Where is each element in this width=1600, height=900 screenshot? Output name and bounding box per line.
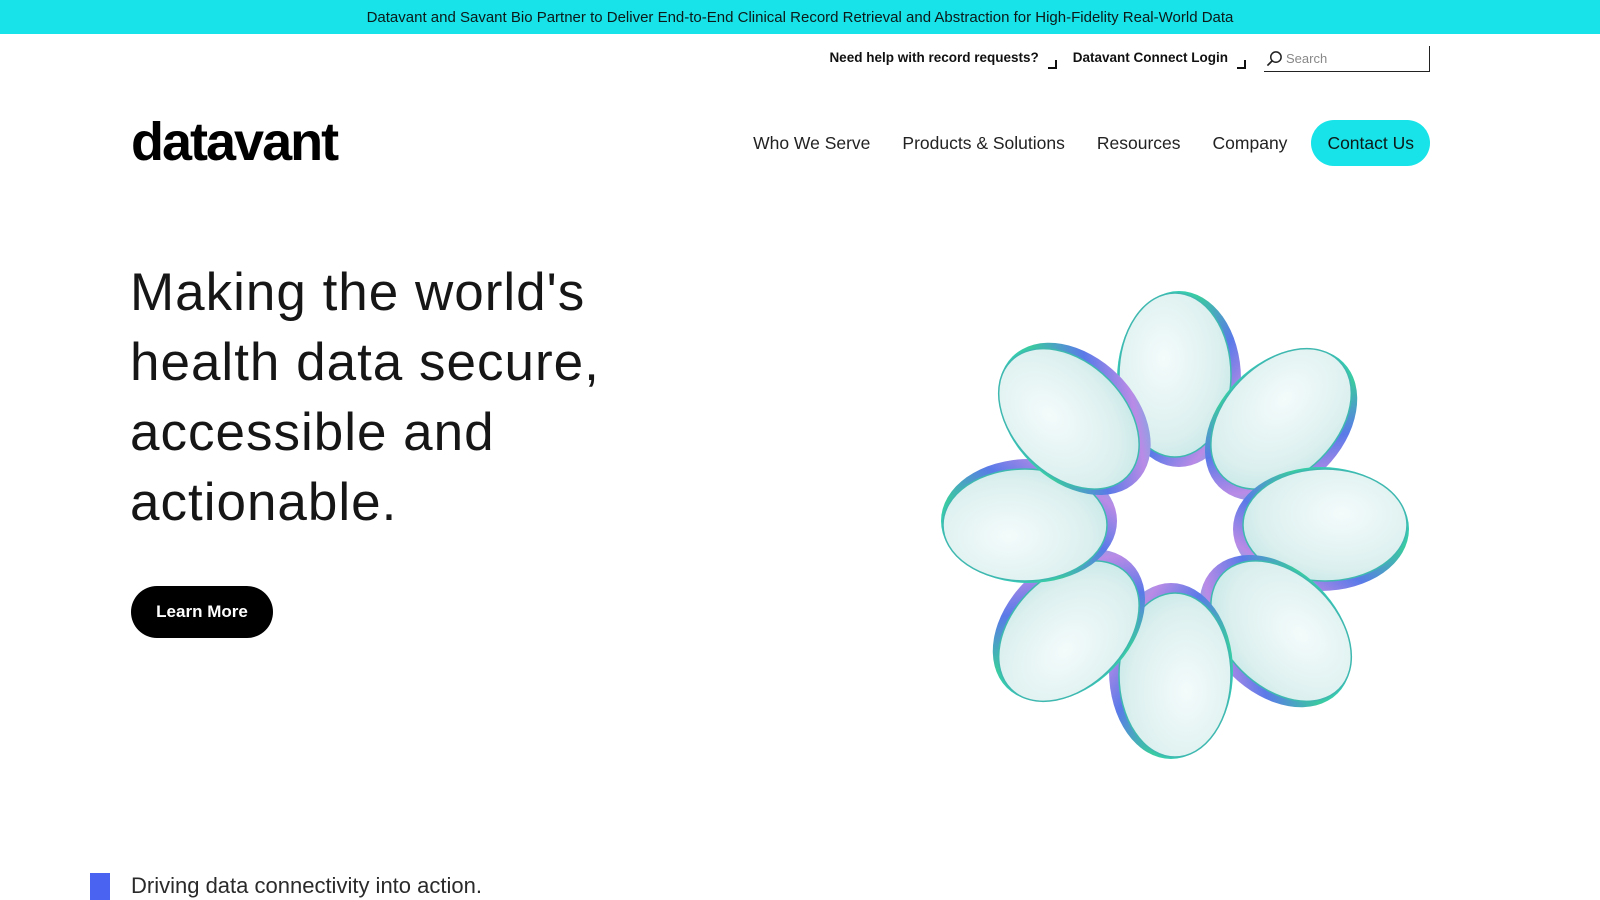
contact-us-button[interactable]: Contact Us	[1311, 120, 1430, 166]
hero-headline-line: health data secure,	[130, 333, 600, 392]
search-input[interactable]	[1286, 51, 1424, 66]
main-nav: Who We Serve Products & Solutions Resour…	[753, 120, 1430, 166]
corner-arrow-icon	[1047, 59, 1057, 69]
nav-resources[interactable]: Resources	[1097, 133, 1181, 154]
announcement-banner[interactable]: Datavant and Savant Bio Partner to Deliv…	[0, 0, 1600, 34]
nav-company[interactable]: Company	[1213, 133, 1288, 154]
hero-glass-ring-illustration	[941, 291, 1409, 759]
announcement-text[interactable]: Datavant and Savant Bio Partner to Deliv…	[367, 9, 1234, 26]
hero-headline: Making the world's health data secure, a…	[130, 258, 690, 538]
record-requests-link[interactable]: Need help with record requests?	[829, 49, 1057, 69]
learn-more-button[interactable]: Learn More	[131, 586, 273, 638]
nav-products-solutions[interactable]: Products & Solutions	[902, 133, 1064, 154]
tagline-accent-bar	[90, 873, 110, 900]
hero-headline-line: actionable.	[130, 473, 398, 532]
svg-text:datavant: datavant	[131, 116, 339, 166]
tagline-text: Driving data connectivity into action.	[131, 873, 482, 898]
search-box[interactable]	[1264, 46, 1430, 72]
datavant-logo[interactable]: datavant	[131, 116, 381, 166]
record-requests-label: Need help with record requests?	[829, 49, 1039, 65]
connect-login-link[interactable]: Datavant Connect Login	[1073, 50, 1246, 69]
connect-login-label: Datavant Connect Login	[1072, 49, 1228, 65]
hero-headline-line: Making the world's	[130, 263, 586, 322]
nav-who-we-serve[interactable]: Who We Serve	[753, 133, 870, 154]
corner-arrow-icon	[1237, 59, 1246, 69]
search-icon	[1266, 51, 1282, 67]
hero-headline-line: accessible and	[130, 403, 495, 462]
utility-nav: Need help with record requests? Datavant…	[829, 46, 1430, 72]
